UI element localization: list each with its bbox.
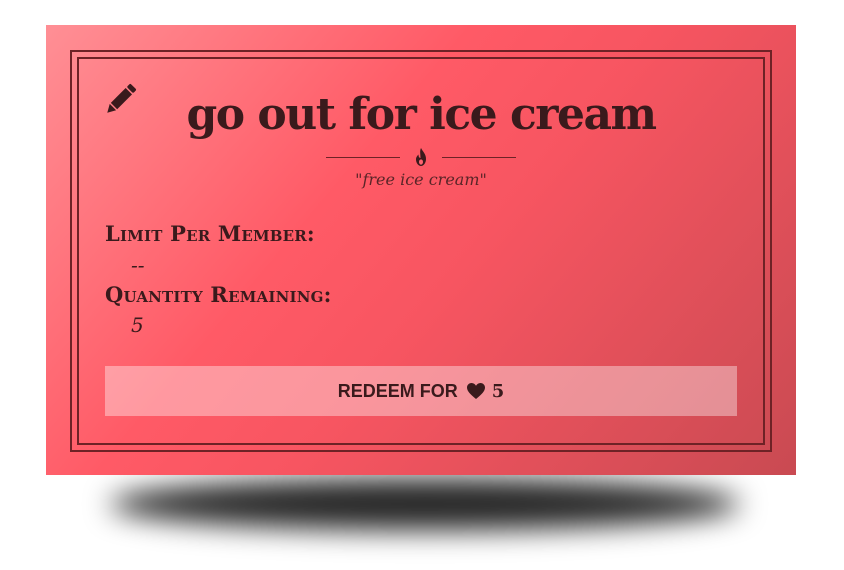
divider-line-right: [442, 157, 516, 158]
limit-value: --: [131, 253, 145, 277]
reward-title: go out for ice cream: [186, 89, 657, 140]
divider-line-left: [326, 157, 400, 158]
flame-icon: [412, 147, 430, 167]
stage: go out for ice cream "free ice cream" Li…: [0, 0, 844, 570]
heart-icon: [466, 382, 486, 400]
quantity-value: 5: [131, 313, 144, 337]
limit-label: Limit Per Member:: [105, 221, 315, 246]
reward-card: go out for ice cream "free ice cream" Li…: [46, 25, 796, 475]
redeem-label: REDEEM FOR: [337, 380, 458, 401]
reward-notes: "free ice cream": [355, 170, 487, 189]
card-shadow: [110, 478, 740, 530]
redeem-cost: 5: [491, 380, 505, 402]
redeem-button[interactable]: REDEEM FOR 5: [105, 366, 737, 416]
quantity-label: Quantity Remaining:: [105, 282, 332, 307]
title-divider: [326, 145, 516, 169]
